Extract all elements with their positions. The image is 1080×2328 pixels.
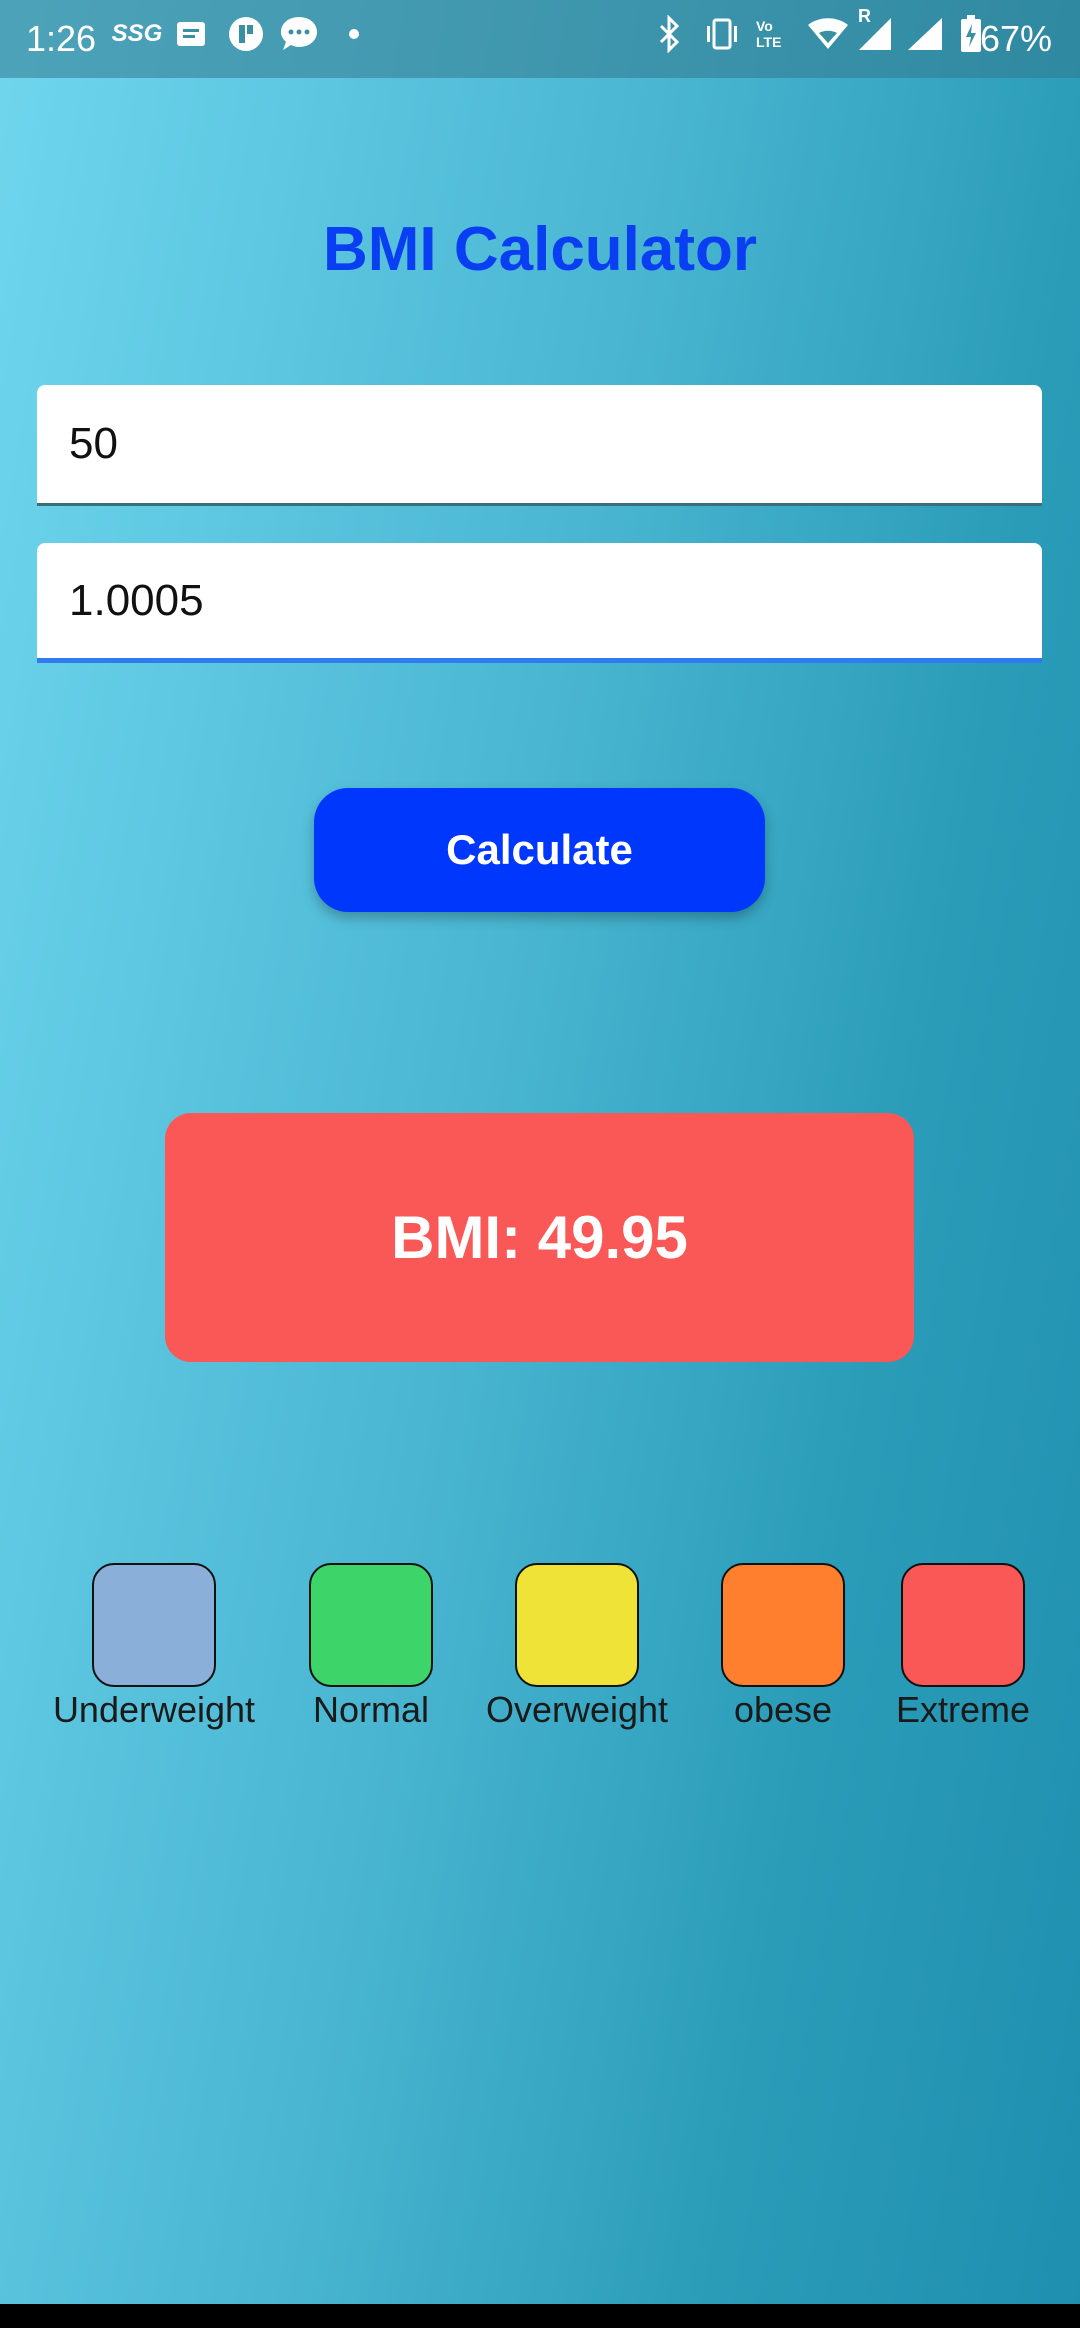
legend-label-extreme: Extreme — [895, 1689, 1031, 1730]
app-icon — [226, 14, 266, 54]
ssg-icon: SSG — [111, 20, 163, 47]
navigation-bar — [0, 2304, 1080, 2328]
calculate-button[interactable]: Calculate — [314, 788, 765, 912]
message-icon — [172, 14, 210, 54]
vibrate-icon — [702, 14, 742, 54]
roaming-label: R — [858, 6, 871, 26]
legend-swatch-overweight — [515, 1563, 639, 1687]
legend-label-underweight: Underweight — [52, 1689, 256, 1730]
signal-icon — [904, 14, 946, 54]
height-field[interactable] — [37, 543, 1042, 663]
status-bar: 1:26 SSG Vo LTE R 67% — [0, 0, 1080, 78]
legend-swatch-extreme — [901, 1563, 1025, 1687]
legend-label-normal: Normal — [312, 1689, 429, 1730]
chat-icon — [278, 14, 320, 54]
legend-swatch-underweight — [92, 1563, 216, 1687]
legend-swatch-obese — [721, 1563, 845, 1687]
legend-swatch-normal — [309, 1563, 433, 1687]
bmi-result-text: BMI: 49.95 — [391, 1204, 688, 1271]
weight-field[interactable] — [37, 385, 1042, 506]
wifi-icon — [806, 14, 850, 54]
page-title: BMI Calculator — [322, 215, 758, 284]
dot-icon — [344, 14, 364, 54]
bmi-result-card: BMI: 49.95 — [165, 1113, 914, 1362]
volte-icon: Vo LTE — [756, 18, 782, 50]
weight-input[interactable] — [69, 385, 1009, 503]
status-time: 1:26 — [26, 18, 97, 59]
height-input[interactable] — [69, 543, 1009, 658]
battery-percentage: 67% — [979, 18, 1052, 59]
legend-label-overweight: Overweight — [485, 1689, 669, 1730]
app-screen: 1:26 SSG Vo LTE R 67% BMI Calculator 50 … — [0, 0, 1080, 2328]
bluetooth-icon — [652, 14, 688, 54]
